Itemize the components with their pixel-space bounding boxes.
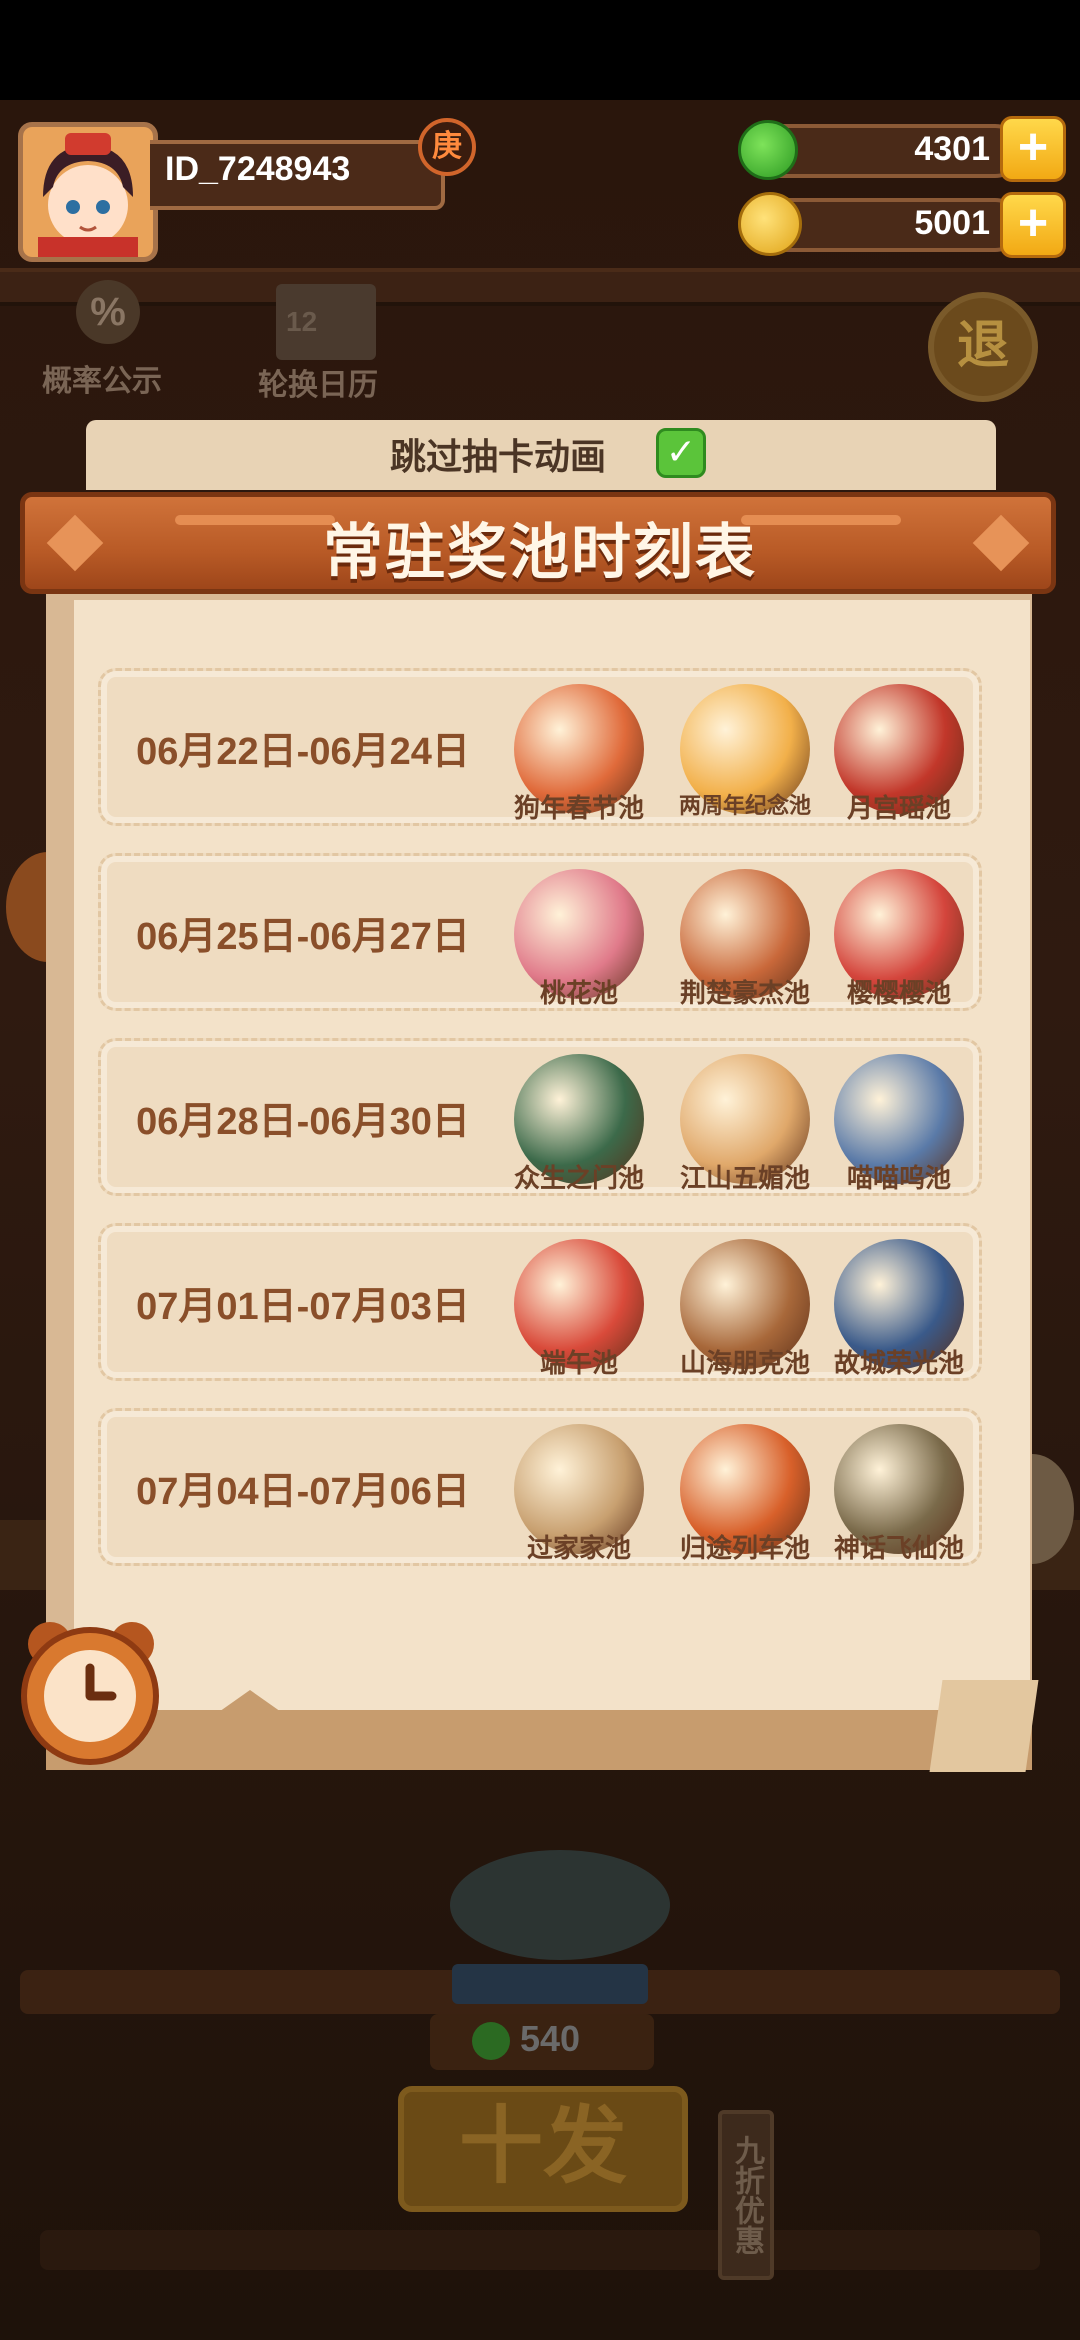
jade-icon [472, 2022, 510, 2060]
pool-name: 两周年纪念池 [678, 793, 811, 818]
pool-name: 狗年春节池 [513, 793, 644, 823]
discount-tag: 九折优惠 [718, 2110, 774, 2280]
player-id: ID_7248943 [165, 150, 351, 188]
pool-name: 月宫瑶池 [846, 793, 951, 823]
calendar-icon[interactable]: 12 [276, 284, 376, 360]
rank-badge: 庚 [418, 118, 476, 176]
schedule-row-date: 07月01日-07月03日 [136, 1286, 470, 1328]
add-jade-button[interactable]: + [1000, 116, 1066, 182]
pool-name: 众生之门池 [513, 1163, 644, 1193]
background-beam [0, 268, 1080, 306]
pool-name: 喵喵呜池 [846, 1163, 951, 1193]
pool-name: 神话飞仙池 [833, 1533, 964, 1563]
panel-scroll-bottom [46, 1710, 1032, 1770]
progress-bar [452, 1964, 648, 2004]
pool-name: 江山五媚池 [679, 1163, 810, 1193]
coin-amount: 5001 [914, 204, 990, 242]
pool-name: 端午池 [539, 1348, 618, 1378]
skip-animation-label: 跳过抽卡动画 [390, 436, 607, 477]
coin-icon [738, 192, 802, 256]
skip-animation-checkbox[interactable]: ✓ [656, 428, 706, 478]
pool-name: 荆楚豪杰池 [679, 978, 810, 1008]
background-base [40, 2230, 1040, 2270]
pool-name: 故城荣光池 [833, 1348, 964, 1378]
panel-page-fold [929, 1680, 1039, 1772]
exit-button[interactable]: 退 [928, 292, 1038, 402]
pool-name: 过家家池 [526, 1533, 631, 1563]
pool-name: 归途列车池 [679, 1533, 810, 1563]
pool-name: 山海朋克池 [679, 1348, 810, 1378]
panel-notch [216, 1690, 284, 1714]
jade-icon [738, 120, 798, 180]
fish-mascot-icon [450, 1850, 670, 1960]
probability-label: 概率公示 [42, 365, 162, 398]
avatar[interactable] [18, 122, 158, 262]
ten-draw-cost: 540 [520, 2018, 581, 2059]
percent-icon: % [76, 280, 140, 344]
schedule-row-date: 06月28日-06月30日 [136, 1101, 470, 1143]
pool-name: 樱樱樱池 [846, 978, 951, 1008]
calendar-label: 轮换日历 [258, 369, 378, 402]
schedule-row-date: 07月04日-07月06日 [136, 1471, 470, 1513]
ten-draw-button[interactable]: 十发 [398, 2086, 688, 2212]
pool-name: 桃花池 [539, 978, 618, 1008]
schedule-row-date: 06月25日-06月27日 [136, 916, 470, 958]
clock-icon[interactable] [10, 1606, 170, 1766]
schedule-title: 常驻奖池时刻表 [323, 519, 757, 586]
schedule-row-date: 06月22日-06月24日 [136, 731, 470, 773]
add-coin-button[interactable]: + [1000, 192, 1066, 258]
probability-button[interactable]: % [56, 280, 160, 356]
jade-amount: 4301 [914, 130, 990, 168]
